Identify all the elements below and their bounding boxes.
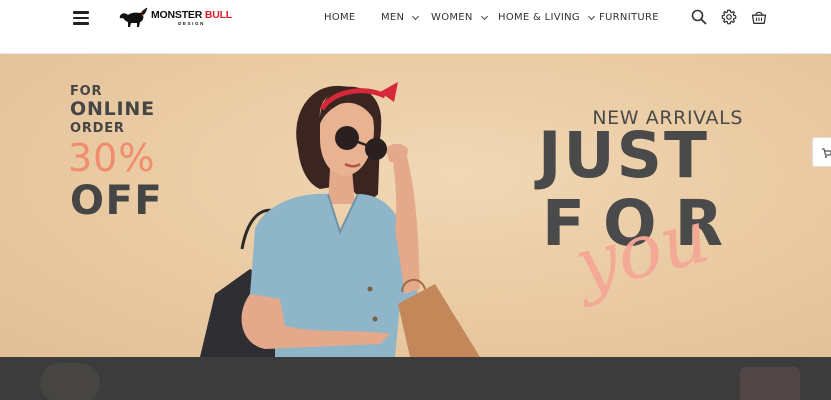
settings-gear-icon[interactable] bbox=[721, 9, 737, 25]
shopping-basket-icon[interactable] bbox=[751, 9, 767, 25]
band-image-fragment bbox=[740, 367, 800, 400]
nav-item-home[interactable]: HOME bbox=[324, 12, 356, 23]
promo-line-order: ORDER bbox=[70, 121, 125, 136]
model-photo bbox=[200, 82, 480, 357]
nav-item-furniture[interactable]: FURNITURE bbox=[599, 12, 659, 23]
promo-off: OFF bbox=[70, 178, 164, 224]
site-header: MONSTER BULL DESIGN HOME MEN WOMEN HOME … bbox=[0, 0, 831, 54]
next-section-band bbox=[0, 357, 831, 400]
chevron-down-icon bbox=[587, 12, 595, 20]
hero-banner[interactable]: FOR ONLINE ORDER 30% OFF NEW ARRIVALS JU… bbox=[0, 54, 831, 357]
headline-just: JUST bbox=[538, 119, 709, 192]
promo-line-online: ONLINE bbox=[70, 98, 155, 120]
headline-block: NEW ARRIVALS JUST FOR you bbox=[520, 104, 760, 334]
logo-wordmark: MONSTER BULL bbox=[151, 9, 233, 21]
nav-item-men[interactable]: MEN bbox=[381, 12, 420, 23]
floating-cart-tab[interactable] bbox=[812, 137, 831, 167]
search-icon[interactable] bbox=[691, 9, 707, 25]
brand-logo[interactable]: MONSTER BULL DESIGN bbox=[118, 6, 232, 30]
hamburger-menu-icon[interactable] bbox=[73, 11, 89, 25]
promo-line-for: FOR bbox=[70, 84, 103, 99]
nav-item-home-living[interactable]: HOME & LIVING bbox=[498, 12, 595, 23]
band-image-fragment bbox=[40, 363, 100, 400]
logo-tagline: DESIGN bbox=[178, 20, 205, 26]
cart-icon bbox=[822, 148, 831, 158]
chevron-down-icon bbox=[480, 12, 488, 20]
chevron-down-icon bbox=[412, 12, 420, 20]
nav-item-women[interactable]: WOMEN bbox=[431, 12, 488, 23]
promo-discount: 30% bbox=[68, 136, 156, 180]
bull-logo-icon bbox=[119, 7, 148, 27]
